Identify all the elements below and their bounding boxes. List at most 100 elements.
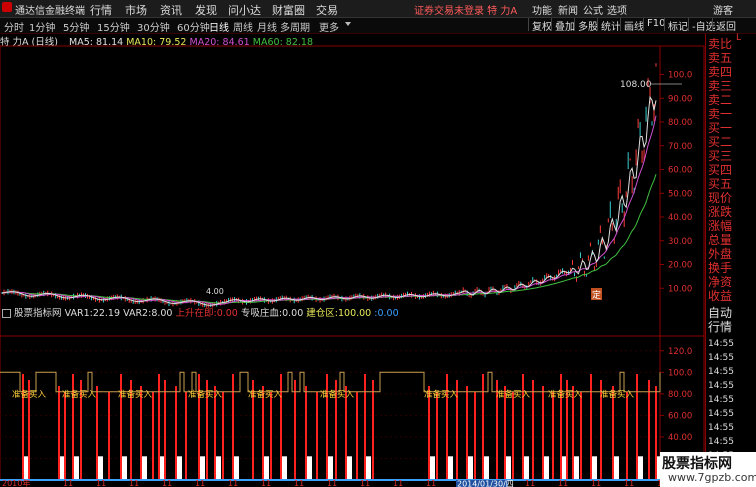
timeline-label: 11 [162, 479, 172, 487]
menu-market[interactable]: 市场 [125, 2, 147, 18]
indicator-header: 股票指标网 VAR1:22.19 VAR2:8.00 上升在即:0.00 专吸庄… [2, 305, 399, 319]
l-label: L [736, 33, 742, 43]
auto-label[interactable]: 自动 [708, 306, 732, 320]
timeline-label: 11 [327, 479, 337, 487]
signal-bar-red [542, 386, 544, 480]
indicator-box-icon[interactable] [2, 309, 11, 318]
panel-label-7: 买二 [708, 135, 733, 149]
timeline-axis: 2010年11111111111111111111111111111111111… [2, 478, 667, 487]
panel-label-6: 买一 [708, 121, 733, 135]
signal-bar-white [430, 456, 435, 480]
panel-label-13: 涨幅 [708, 219, 733, 233]
period-monthly[interactable]: 月线 [257, 19, 277, 34]
ma5-line [1, 95, 657, 306]
signal-bar-white [264, 456, 269, 480]
timeline-label: 11 [96, 479, 106, 487]
btn-mark[interactable]: 标记 [664, 18, 691, 33]
user-guest[interactable]: 游客 [713, 2, 733, 17]
buy-signal-text: 准备买入 [320, 389, 355, 400]
var2-label: VAR2: [123, 308, 152, 319]
build-label: 建仓区: [306, 308, 338, 319]
signal-bar-red [504, 386, 506, 480]
signal-bar-red [140, 386, 142, 480]
panel-label-10: 买五 [708, 177, 733, 191]
menu-discover[interactable]: 发现 [195, 2, 217, 18]
watermark-url: www.7gpzb.com [668, 471, 756, 484]
btn-back[interactable]: 返回 [712, 18, 739, 33]
indicator-tick-label: 40.00 [668, 433, 692, 443]
period-15min[interactable]: 15分钟 [97, 19, 130, 34]
menu-formula[interactable]: 公式 [583, 2, 603, 17]
period-weekly[interactable]: 周线 [233, 19, 253, 34]
period-60min[interactable]: 60分钟 [177, 19, 210, 34]
signal-bar-red [305, 386, 307, 480]
timeline-label: 2010年 [2, 478, 30, 487]
panel-label-2: 卖四 [708, 65, 733, 79]
tick-time-6: 14:55 [708, 423, 734, 433]
absorb-label: 专吸庄血: [240, 308, 283, 319]
menu-news[interactable]: 资讯 [160, 2, 182, 18]
price-tick-label: 20.00 [668, 261, 692, 271]
menu-trade[interactable]: 交易 [316, 2, 338, 18]
more-chevron-icon [345, 22, 351, 26]
period-multi[interactable]: 多周期 [280, 19, 310, 34]
timeline-label: 11 [360, 479, 370, 487]
signal-bar-red [626, 392, 628, 480]
chart-canvas[interactable]: 100.0 90.00 80.00 70.00 60.00 50.00 40.00 30.00… [0, 34, 705, 487]
buy-signal-text: 准备买入 [600, 389, 635, 400]
signal-bar-white [484, 456, 489, 480]
signal-bar-red [466, 386, 468, 480]
period-daily[interactable]: 日线 [209, 19, 229, 34]
signal-bar-red [590, 374, 592, 480]
menu-wealth[interactable]: 财富圈 [272, 2, 305, 18]
signal-bar-red [364, 374, 366, 480]
menu-news-right[interactable]: 新闻 [558, 2, 578, 17]
menu-quotes[interactable]: 行情 [90, 2, 112, 18]
panel-label-14: 总量 [708, 233, 733, 247]
timeline-label: 11 [129, 479, 139, 487]
top-menu-bar: 通达信金融终端 行情 市场 资讯 发现 问小达 财富圈 交易 证券交易未登录 特… [0, 0, 756, 18]
tick-time-1: 14:55 [708, 353, 734, 363]
panel-label-3: 卖三 [708, 79, 733, 93]
period-5min[interactable]: 5分钟 [63, 19, 89, 34]
tick-time-0: 14:55 [708, 339, 734, 349]
signal-bar-white [544, 456, 549, 480]
period-tick[interactable]: 分时 [4, 19, 24, 34]
period-1min[interactable]: 1分钟 [29, 19, 55, 34]
signal-bar-white [468, 456, 473, 480]
signal-bar-red [270, 392, 272, 480]
panel-label-8: 买三 [708, 149, 733, 163]
blue-value: 0.00 [377, 308, 399, 319]
timeline-label: 11 [261, 479, 271, 487]
signal-bar-red [655, 386, 657, 480]
panel-label-0: 卖比 [708, 37, 733, 51]
price-tick-label: 80.00 [668, 118, 692, 128]
signal-bar-white [347, 456, 352, 480]
buy-signal-text: 准备买入 [548, 389, 583, 400]
indicator-tick-label: 80.00 [668, 390, 692, 400]
period-more[interactable]: 更多 [319, 19, 339, 34]
signal-bar-red [552, 392, 554, 480]
signal-bar-white [638, 456, 643, 480]
absorb-value: 0.00 [282, 308, 304, 319]
signal-bar-white [98, 456, 103, 480]
period-30min[interactable]: 30分钟 [137, 19, 170, 34]
ma60-line [1, 174, 657, 304]
timeline-label: 11 [228, 479, 238, 487]
buy-signal-text: 准备买入 [118, 389, 153, 400]
panel-label-12: 涨跌 [708, 205, 733, 219]
quote-label[interactable]: 行情 [708, 320, 732, 334]
timeline-label: 11 [591, 479, 601, 487]
var2-value: 8.00 [151, 308, 173, 319]
var1-label: VAR1: [64, 308, 93, 319]
build-value: 100.00 [337, 308, 372, 319]
period-toolbar: 分时 1分钟 5分钟 15分钟 30分钟 60分钟 日线 周线 月线 多周期 更… [0, 18, 756, 34]
signal-bar-red [158, 374, 160, 480]
signal-bar-red [222, 392, 224, 480]
menu-function[interactable]: 功能 [532, 2, 552, 17]
price-tick-label: 40.00 [668, 213, 692, 223]
menu-ask[interactable]: 问小达 [228, 2, 261, 18]
rise-label: 上升在即: [175, 308, 217, 319]
panel-label-1: 卖五 [708, 51, 733, 65]
menu-options[interactable]: 选项 [607, 2, 627, 17]
